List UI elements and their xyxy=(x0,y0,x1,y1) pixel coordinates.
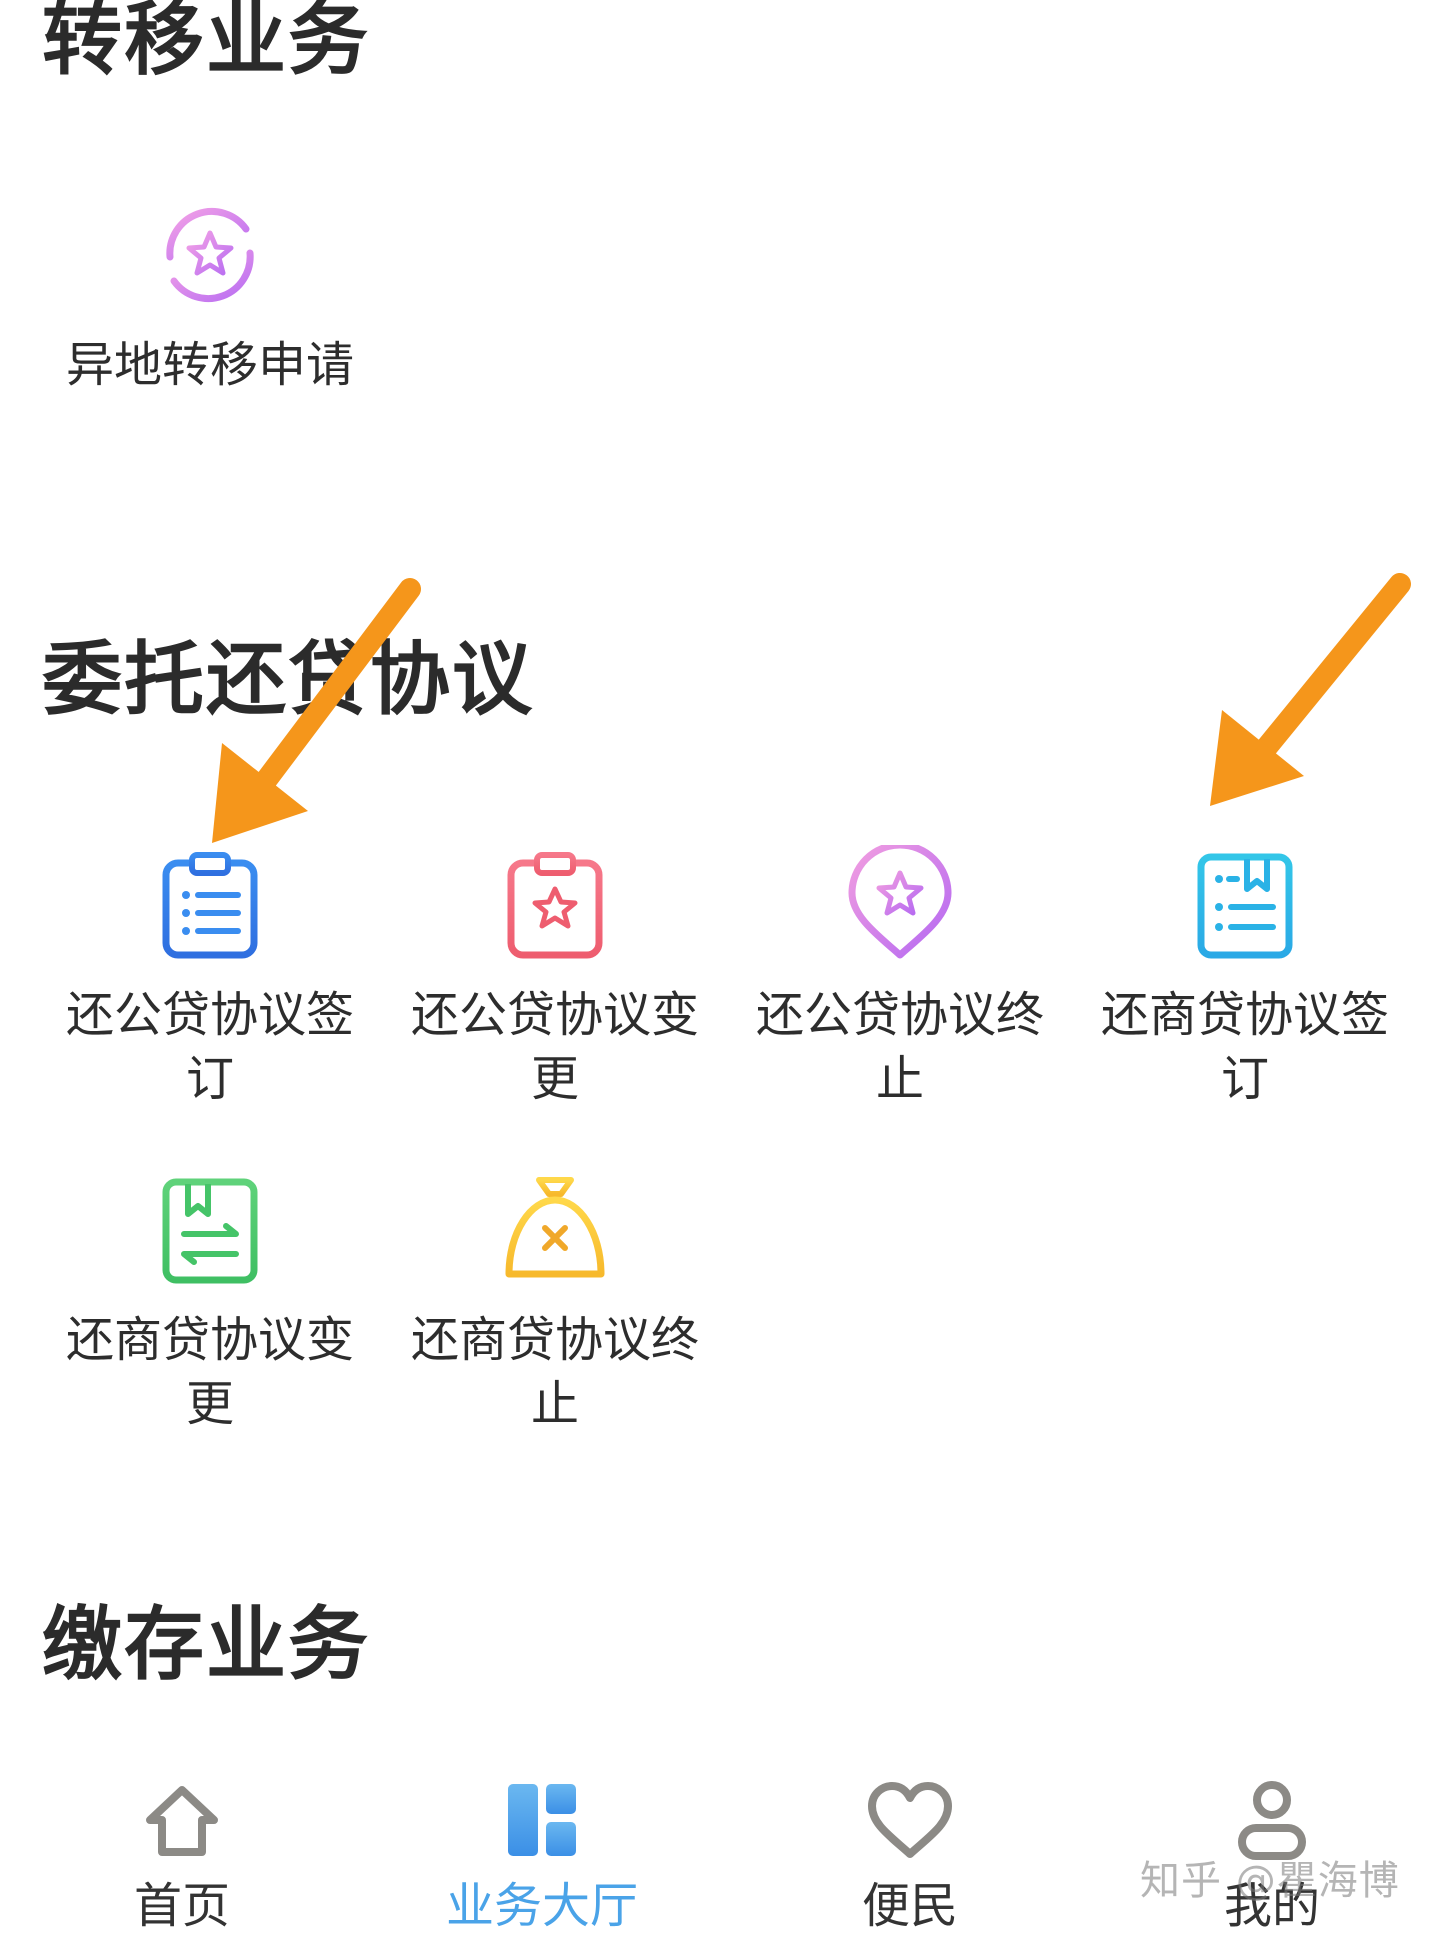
service-item-public-sign[interactable]: 还公贷协议签订 xyxy=(40,845,380,1111)
tab-convenience[interactable]: 便民 xyxy=(760,1770,1060,1936)
bookmark-list-icon xyxy=(1185,845,1305,965)
service-item-label: 还公贷协议变更 xyxy=(410,987,699,1107)
service-item-label: 还商贷协议变更 xyxy=(65,1312,354,1432)
service-item-commercial-terminate[interactable]: 还商贷协议终止 xyxy=(385,1170,725,1436)
service-item-remote-transfer[interactable]: 异地转移申请 xyxy=(40,195,380,397)
service-item-commercial-sign[interactable]: 还商贷协议签订 xyxy=(1075,845,1415,1111)
heart-icon xyxy=(760,1770,1060,1870)
service-item-public-terminate[interactable]: 还公贷协议终止 xyxy=(730,845,1070,1111)
tab-label: 首页 xyxy=(133,1878,230,1934)
orange-arrow-annotation xyxy=(1210,573,1411,806)
home-icon xyxy=(32,1770,332,1870)
tab-home[interactable]: 首页 xyxy=(32,1770,332,1936)
section-title-transfer: 转移业务 xyxy=(42,0,370,86)
tab-label: 业务大厅 xyxy=(445,1878,638,1934)
orange-arrow-annotation xyxy=(212,578,421,843)
bell-cancel-icon xyxy=(495,1170,615,1290)
service-item-public-change[interactable]: 还公贷协议变更 xyxy=(385,845,725,1111)
service-item-commercial-change[interactable]: 还商贷协议变更 xyxy=(40,1170,380,1436)
clipboard-list-icon xyxy=(150,845,270,965)
service-item-label: 还商贷协议终止 xyxy=(410,1312,699,1432)
clipboard-star-icon xyxy=(495,845,615,965)
service-item-label: 还商贷协议签订 xyxy=(1100,987,1389,1107)
section-title-deposit: 缴存业务 xyxy=(42,1598,370,1691)
tab-label: 便民 xyxy=(861,1878,958,1934)
star-circle-icon xyxy=(150,195,270,315)
bookmark-exchange-icon xyxy=(150,1170,270,1290)
grid-icon xyxy=(392,1770,692,1870)
location-star-icon xyxy=(840,845,960,965)
service-item-label: 还公贷协议终止 xyxy=(755,987,1044,1107)
watermark: 知乎 @瞿海博 xyxy=(1140,1858,1400,1904)
service-item-label: 异地转移申请 xyxy=(65,337,354,393)
tab-business-hall[interactable]: 业务大厅 xyxy=(392,1770,692,1936)
service-item-label: 还公贷协议签订 xyxy=(65,987,354,1107)
